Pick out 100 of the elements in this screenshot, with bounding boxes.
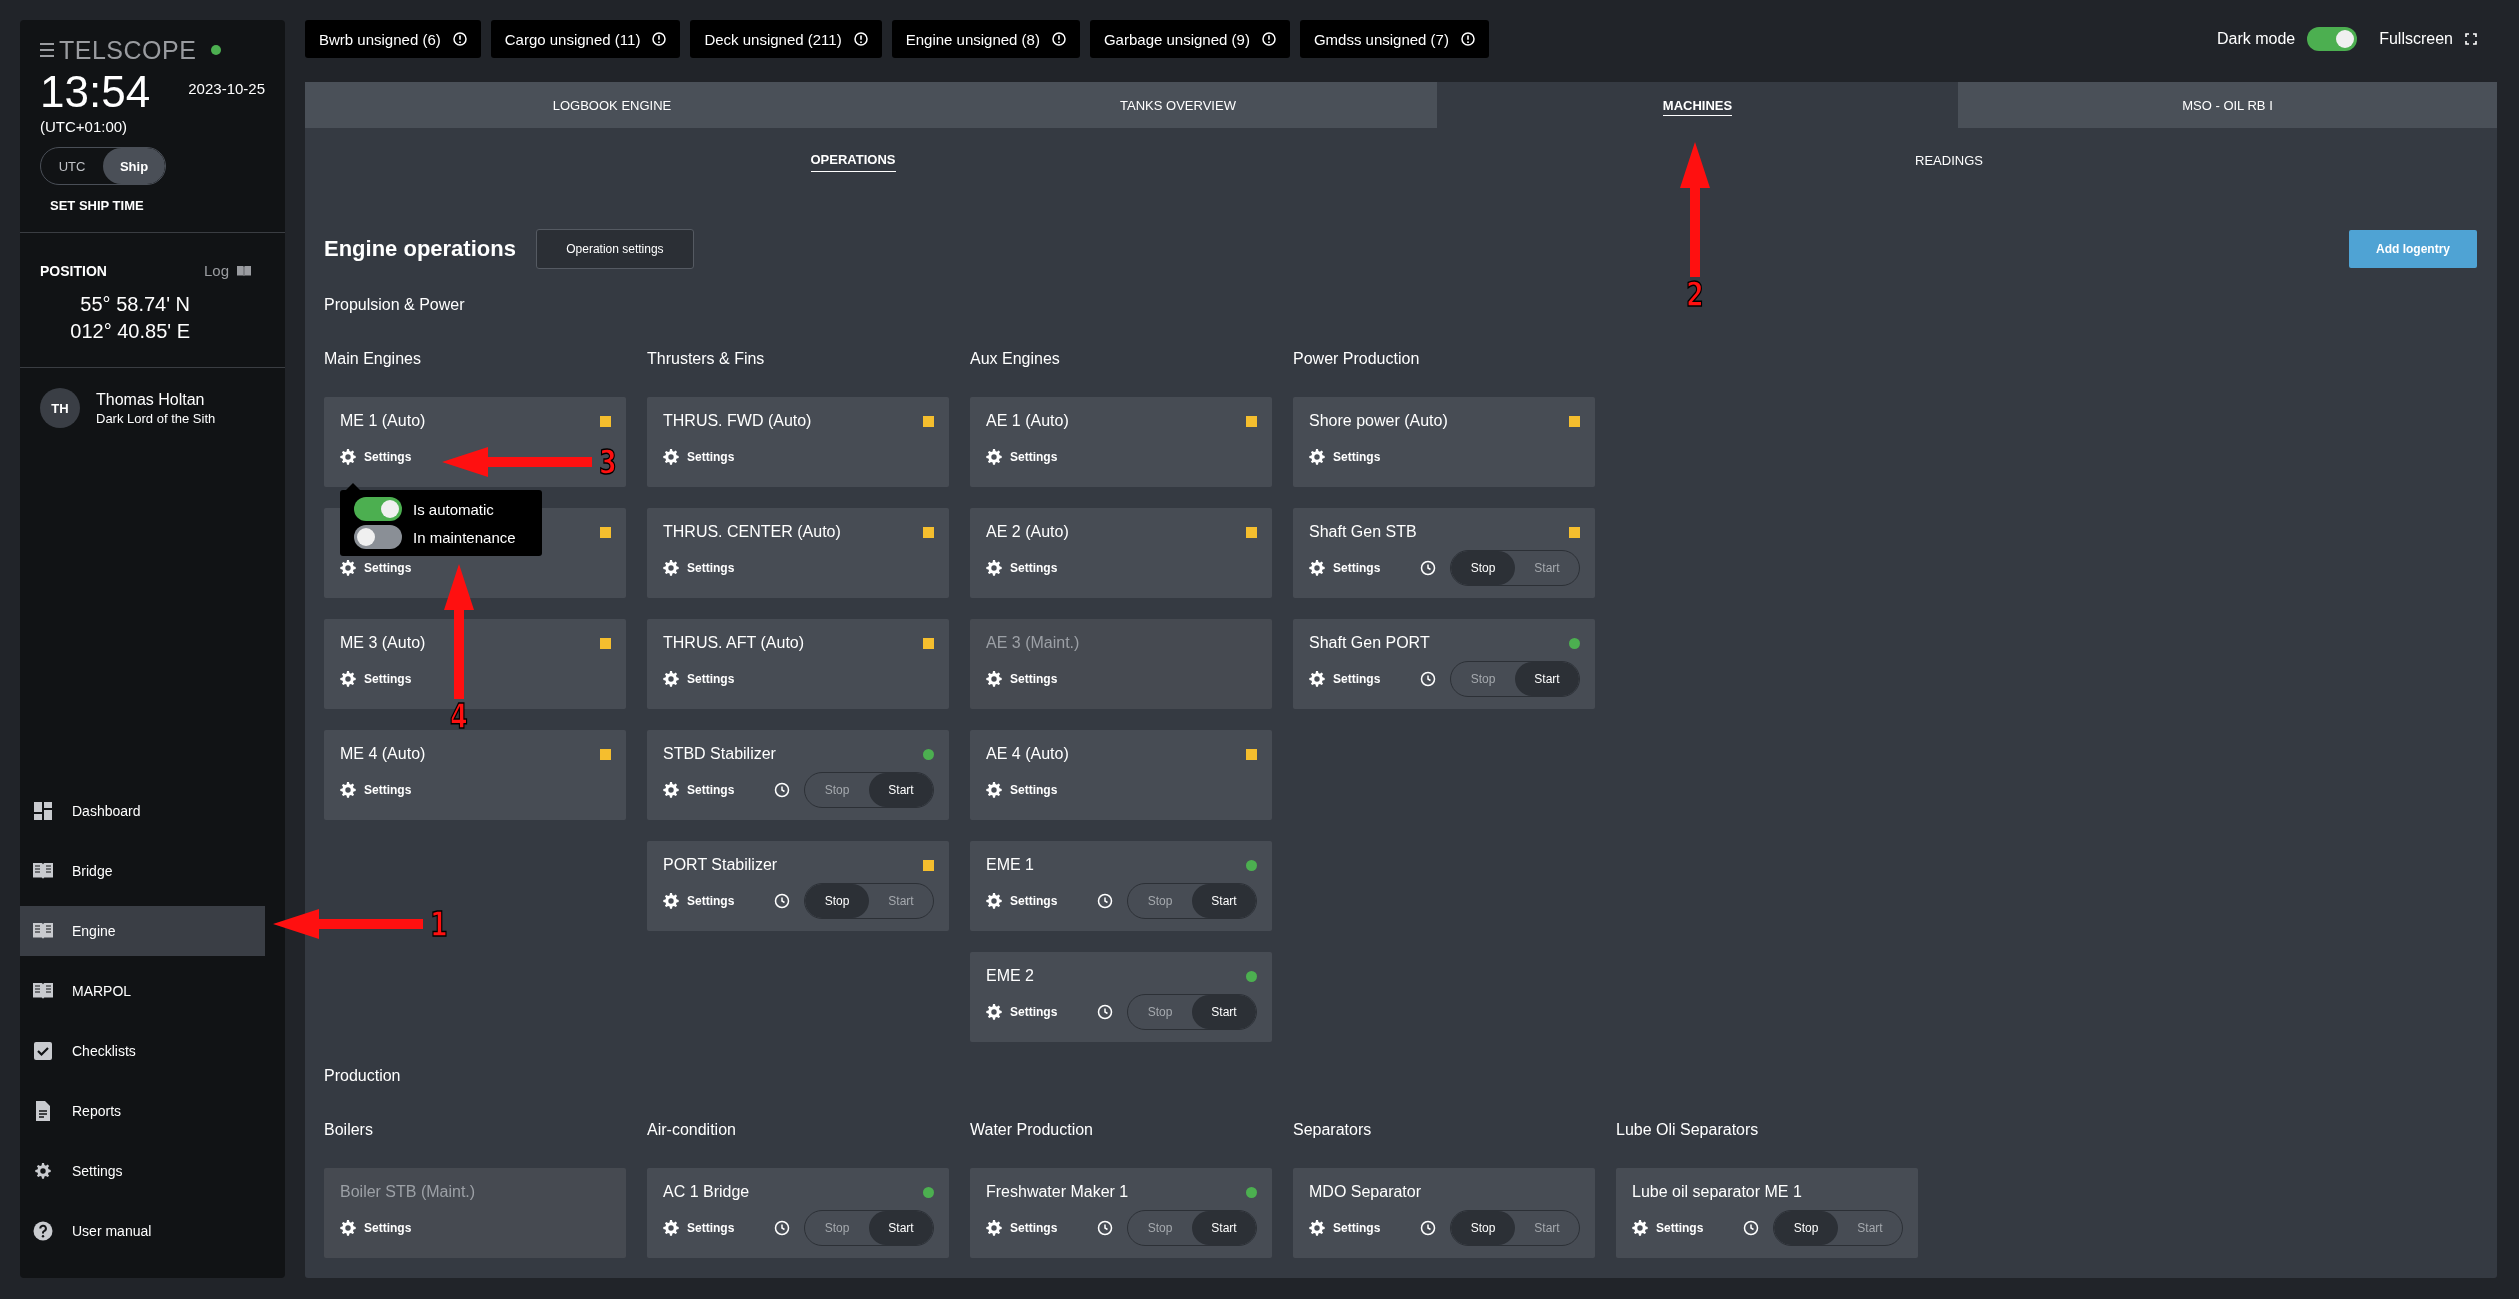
help-icon xyxy=(32,1220,54,1242)
dark-mode-toggle[interactable] xyxy=(2307,27,2358,51)
subtab[interactable]: OPERATIONS xyxy=(810,148,896,172)
settings-link[interactable]: Settings xyxy=(663,671,735,687)
unsigned-chip[interactable]: Deck unsigned (211) xyxy=(690,20,882,58)
stop-start-option[interactable]: Start xyxy=(1515,1211,1579,1245)
machine-name: THRUS. CENTER (Auto) xyxy=(663,523,841,541)
tab[interactable]: TANKS OVERVIEW xyxy=(919,82,1437,128)
stop-start-option[interactable]: Start xyxy=(1838,1211,1902,1245)
subtab[interactable]: READINGS xyxy=(1915,148,1983,172)
settings-link[interactable]: Settings xyxy=(1309,1220,1381,1236)
log-link[interactable]: Log xyxy=(203,262,251,279)
clock-icon xyxy=(1097,1220,1113,1236)
settings-link[interactable]: Settings xyxy=(1309,449,1381,465)
clock-icon xyxy=(1097,1004,1113,1020)
stop-start-option[interactable]: Stop xyxy=(1451,662,1515,696)
stop-start-option[interactable]: Start xyxy=(1192,884,1256,918)
stop-start-option[interactable]: Start xyxy=(869,1211,933,1245)
settings-link[interactable]: Settings xyxy=(340,782,412,798)
settings-link[interactable]: Settings xyxy=(1309,671,1381,687)
section-title: Production xyxy=(324,1066,402,1086)
stop-start-option[interactable]: Stop xyxy=(1774,1211,1838,1245)
alert-icon xyxy=(452,32,467,46)
unsigned-chip[interactable]: Bwrb unsigned (6) xyxy=(305,20,481,58)
settings-link[interactable]: Settings xyxy=(663,449,735,465)
operation-settings-button[interactable]: Operation settings xyxy=(535,229,694,269)
stop-start-option[interactable]: Stop xyxy=(805,884,869,918)
nav-item[interactable]: Checklists xyxy=(20,1026,265,1076)
nav-item[interactable]: MARPOL xyxy=(20,966,265,1016)
settings-link[interactable]: Settings xyxy=(340,560,412,576)
settings-link[interactable]: Settings xyxy=(663,560,735,576)
settings-icon xyxy=(1309,1220,1325,1236)
machine-name: Boiler STB (Maint.) xyxy=(340,1183,476,1201)
stop-start-option[interactable]: Start xyxy=(1192,995,1256,1029)
toggle-switch[interactable] xyxy=(354,497,402,521)
settings-icon xyxy=(1309,449,1325,465)
latitude: 55° 58.74' N xyxy=(79,292,190,317)
nav-item[interactable]: Settings xyxy=(20,1146,265,1196)
settings-icon xyxy=(986,782,1002,798)
nav-item[interactable]: User manual xyxy=(20,1206,265,1256)
dashboard-icon xyxy=(32,800,54,822)
machine-name: ME 1 (Auto) xyxy=(340,412,426,430)
settings-link[interactable]: Settings xyxy=(340,671,412,687)
group-title: Lube Oli Separators xyxy=(1616,1120,1760,1140)
toggle-switch[interactable] xyxy=(354,525,402,549)
settings-link[interactable]: Settings xyxy=(663,782,735,798)
stop-start-option[interactable]: Start xyxy=(1515,551,1579,585)
stop-start-option[interactable]: Start xyxy=(869,884,933,918)
nav-item[interactable]: Engine xyxy=(20,906,265,956)
timezone-label: (UTC+01:00) xyxy=(40,118,129,135)
clock-mode-option[interactable]: Ship xyxy=(103,148,165,184)
settings-link[interactable]: Settings xyxy=(986,560,1058,576)
settings-icon xyxy=(663,671,679,687)
machine-name: EME 1 xyxy=(986,856,1034,874)
settings-link[interactable]: Settings xyxy=(340,449,412,465)
clock-mode-option[interactable]: UTC xyxy=(41,148,103,184)
unsigned-chip[interactable]: Gmdss unsigned (7) xyxy=(1299,20,1489,58)
nav-item[interactable]: Reports xyxy=(20,1086,265,1136)
unsigned-chip[interactable]: Garbage unsigned (9) xyxy=(1089,20,1290,58)
settings-link[interactable]: Settings xyxy=(986,1220,1058,1236)
nav-item[interactable]: Dashboard xyxy=(20,786,265,836)
stop-start-option[interactable]: Start xyxy=(1192,1211,1256,1245)
page-title: Engine operations xyxy=(324,236,516,262)
machine-name: AC 1 Bridge xyxy=(663,1183,750,1201)
settings-icon xyxy=(986,671,1002,687)
settings-link[interactable]: Settings xyxy=(663,893,735,909)
stop-start-option[interactable]: Start xyxy=(869,773,933,807)
alert-icon xyxy=(853,32,868,46)
group-title: Separators xyxy=(1293,1120,1373,1140)
longitude: 012° 40.85' E xyxy=(69,319,190,344)
fullscreen-button[interactable]: Fullscreen xyxy=(2379,30,2477,48)
nav-item[interactable]: Bridge xyxy=(20,846,265,896)
settings-icon xyxy=(986,449,1002,465)
stop-start-option[interactable]: Stop xyxy=(1128,884,1192,918)
unsigned-chip[interactable]: Engine unsigned (8) xyxy=(891,20,1080,58)
unsigned-chip[interactable]: Cargo unsigned (11) xyxy=(490,20,681,58)
settings-link[interactable]: Settings xyxy=(986,893,1058,909)
stop-start-option[interactable]: Stop xyxy=(1128,1211,1192,1245)
machine-name: STBD Stabilizer xyxy=(663,745,776,763)
settings-icon xyxy=(986,560,1002,576)
stop-start-option[interactable]: Stop xyxy=(1451,1211,1515,1245)
machine-name: Shaft Gen STB xyxy=(1309,523,1417,541)
settings-link[interactable]: Settings xyxy=(986,1004,1058,1020)
stop-start-option[interactable]: Stop xyxy=(805,773,869,807)
settings-link[interactable]: Settings xyxy=(986,782,1058,798)
arrow-icon xyxy=(444,564,474,699)
tab[interactable]: LOGBOOK ENGINE xyxy=(305,82,919,128)
set-ship-time-link[interactable]: SET SHIP TIME xyxy=(50,198,265,213)
settings-link[interactable]: Settings xyxy=(986,449,1058,465)
stop-start-option[interactable]: Stop xyxy=(805,1211,869,1245)
stop-start-option[interactable]: Stop xyxy=(1128,995,1192,1029)
settings-link[interactable]: Settings xyxy=(1632,1220,1704,1236)
tab[interactable]: MSO - OIL RB I xyxy=(1958,82,2497,128)
settings-link[interactable]: Settings xyxy=(663,1220,735,1236)
status-dot-icon xyxy=(211,45,222,55)
arrow-icon xyxy=(1680,142,1710,277)
settings-icon xyxy=(663,1220,679,1236)
stop-start-option[interactable]: Stop xyxy=(1451,551,1515,585)
settings-link[interactable]: Settings xyxy=(1309,560,1381,576)
stop-start-option[interactable]: Start xyxy=(1515,662,1579,696)
